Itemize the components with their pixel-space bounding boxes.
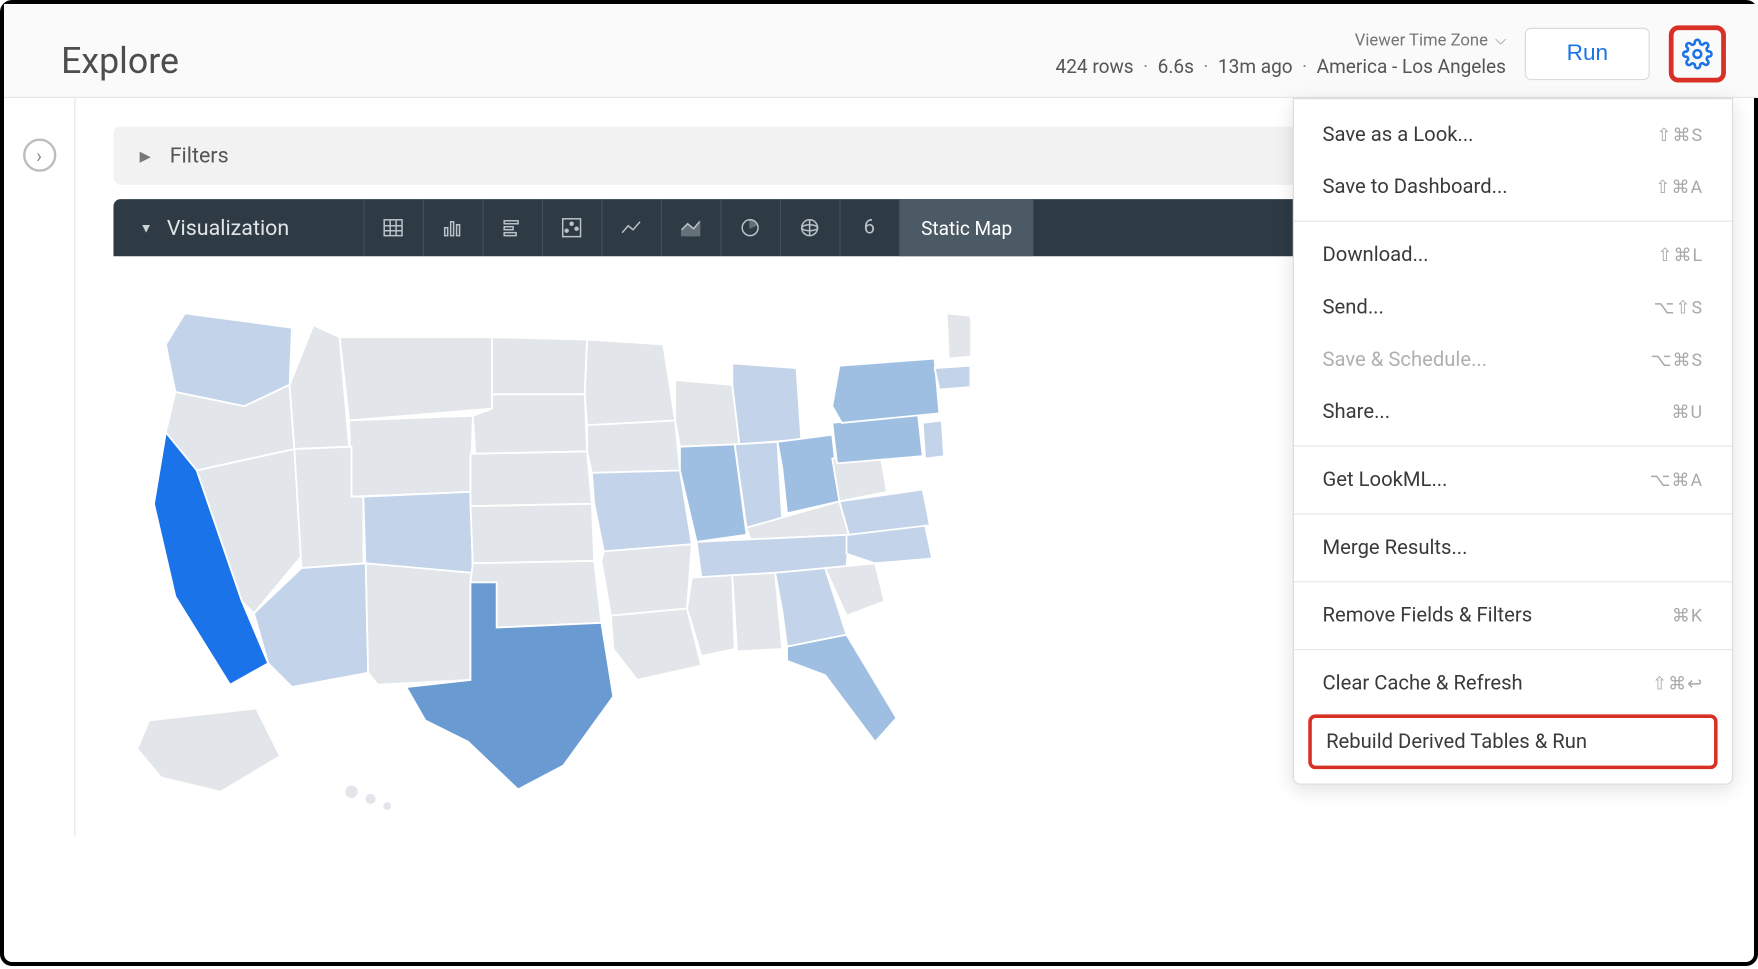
visualization-toggle[interactable]: ▼ Visualization (113, 215, 315, 240)
us-map-svg (113, 292, 970, 816)
viz-table-icon[interactable] (363, 199, 423, 256)
state-ny (832, 359, 939, 423)
menu-separator (1294, 581, 1732, 582)
menu-item-label: Clear Cache & Refresh (1323, 672, 1523, 696)
caret-right-icon: ▶ (140, 147, 151, 164)
state-ia (587, 421, 680, 473)
state-ar (601, 544, 691, 615)
menu-item-label: Save to Dashboard... (1323, 175, 1508, 199)
menu-separator (1294, 513, 1732, 514)
menu-item-shortcut: ⇧⌘↩ (1652, 673, 1703, 694)
state-mt (340, 337, 495, 420)
viz-single-value-icon[interactable]: 6 (839, 199, 899, 256)
state-nm (366, 563, 473, 684)
state-fl (787, 635, 896, 742)
menu-item-remove_ff[interactable]: Remove Fields & Filters ⌘K (1294, 589, 1732, 641)
viz-type-switcher: 6 Static Map (363, 199, 1034, 256)
menu-item-label: Save as a Look... (1323, 123, 1474, 147)
settings-gear-button[interactable] (1669, 25, 1726, 82)
gear-icon (1682, 39, 1713, 70)
state-mo (592, 470, 692, 551)
viz-area-icon[interactable] (661, 199, 721, 256)
menu-item-save_look[interactable]: Save as a Look... ⇧⌘S (1294, 109, 1732, 161)
query-stats: 424 rows· 6.6s· 13m ago· America - Los A… (1056, 55, 1506, 78)
viz-map-icon[interactable] (780, 199, 840, 256)
menu-item-shortcut: ⌘K (1672, 605, 1703, 626)
explore-header: Explore Viewer Time Zone ⌵ 424 rows· 6.6… (4, 4, 1758, 98)
menu-item-save_sched: Save & Schedule... ⌥⌘S (1294, 334, 1732, 386)
menu-item-label: Remove Fields & Filters (1323, 604, 1533, 628)
state-mn (585, 340, 675, 426)
state-ne (470, 451, 591, 506)
state-mi (732, 363, 801, 444)
header-right: Viewer Time Zone ⌵ 424 rows· 6.6s· 13m a… (1056, 25, 1726, 82)
viewer-timezone-label: Viewer Time Zone (1355, 31, 1488, 50)
state-ma (935, 366, 971, 390)
menu-separator (1294, 445, 1732, 446)
menu-item-clear_cache[interactable]: Clear Cache & Refresh ⇧⌘↩ (1294, 657, 1732, 709)
state-la (611, 609, 701, 680)
state-nj (923, 421, 944, 459)
menu-item-shortcut: ⇧⌘S (1656, 124, 1703, 145)
chevron-down-icon: ⌵ (1495, 31, 1506, 49)
viz-static-map-tab[interactable]: Static Map (899, 199, 1034, 256)
query-age: 13m ago (1218, 55, 1293, 78)
expand-sidebar-button[interactable]: › (22, 138, 55, 171)
caret-down-icon: ▼ (140, 220, 153, 235)
run-button[interactable]: Run (1525, 28, 1650, 80)
menu-item-label: Share... (1323, 400, 1391, 424)
menu-item-rebuild[interactable]: Rebuild Derived Tables & Run (1308, 714, 1717, 769)
state-me (946, 313, 970, 358)
settings-menu: Save as a Look... ⇧⌘S Save to Dashboard...… (1293, 98, 1733, 785)
menu-item-shortcut: ⇧⌘L (1657, 244, 1703, 265)
menu-item-label: Save & Schedule... (1323, 348, 1488, 372)
viewer-timezone-dropdown[interactable]: Viewer Time Zone ⌵ (1355, 31, 1506, 50)
state-hi2 (365, 793, 377, 805)
state-ks (470, 504, 594, 564)
menu-item-shortcut: ⌘U (1672, 401, 1704, 422)
query-timezone: America - Los Angeles (1317, 55, 1506, 78)
left-rail: › (4, 98, 75, 837)
menu-item-label: Download... (1323, 243, 1429, 267)
menu-item-label: Rebuild Derived Tables & Run (1326, 730, 1587, 754)
viz-line-icon[interactable] (601, 199, 661, 256)
viz-bar-icon[interactable] (423, 199, 483, 256)
menu-item-label: Merge Results... (1323, 536, 1468, 560)
chevron-right-icon: › (36, 144, 42, 167)
menu-separator (1294, 649, 1732, 650)
menu-item-save_dash[interactable]: Save to Dashboard... ⇧⌘A (1294, 161, 1732, 213)
menu-separator (1294, 221, 1732, 222)
query-duration: 6.6s (1158, 55, 1194, 78)
menu-item-merge[interactable]: Merge Results... (1294, 522, 1732, 574)
menu-item-download[interactable]: Download... ⇧⌘L (1294, 229, 1732, 281)
menu-item-shortcut: ⌥⌘A (1650, 469, 1704, 490)
menu-item-label: Get LookML... (1323, 468, 1448, 492)
menu-item-shortcut: ⌥⌘S (1651, 349, 1704, 370)
state-ak (137, 708, 280, 791)
menu-item-label: Send... (1323, 296, 1384, 320)
state-oh (778, 435, 840, 514)
filters-label: Filters (170, 143, 229, 168)
visualization-label: Visualization (167, 215, 289, 240)
state-hi3 (382, 801, 392, 811)
state-al (732, 573, 782, 652)
explore-body: › ▶ Filters ▼ Visualization 6 Stati (4, 98, 1758, 837)
menu-item-get_lookml[interactable]: Get LookML... ⌥⌘A (1294, 454, 1732, 506)
viz-hbar-icon[interactable] (482, 199, 542, 256)
state-wy (349, 416, 473, 497)
state-nd (492, 337, 587, 394)
header-meta: Viewer Time Zone ⌵ 424 rows· 6.6s· 13m a… (1056, 31, 1506, 77)
menu-item-share[interactable]: Share... ⌘U (1294, 386, 1732, 438)
page-title: Explore (61, 41, 179, 83)
menu-item-shortcut: ⇧⌘A (1655, 177, 1703, 198)
state-hi (344, 785, 358, 799)
menu-item-shortcut: ⌥⇧S (1654, 297, 1704, 318)
rows-count: 424 rows (1056, 55, 1134, 78)
viz-pie-icon[interactable] (720, 199, 780, 256)
menu-item-send[interactable]: Send... ⌥⇧S (1294, 281, 1732, 333)
state-wi (675, 380, 739, 447)
viz-scatter-icon[interactable] (542, 199, 602, 256)
